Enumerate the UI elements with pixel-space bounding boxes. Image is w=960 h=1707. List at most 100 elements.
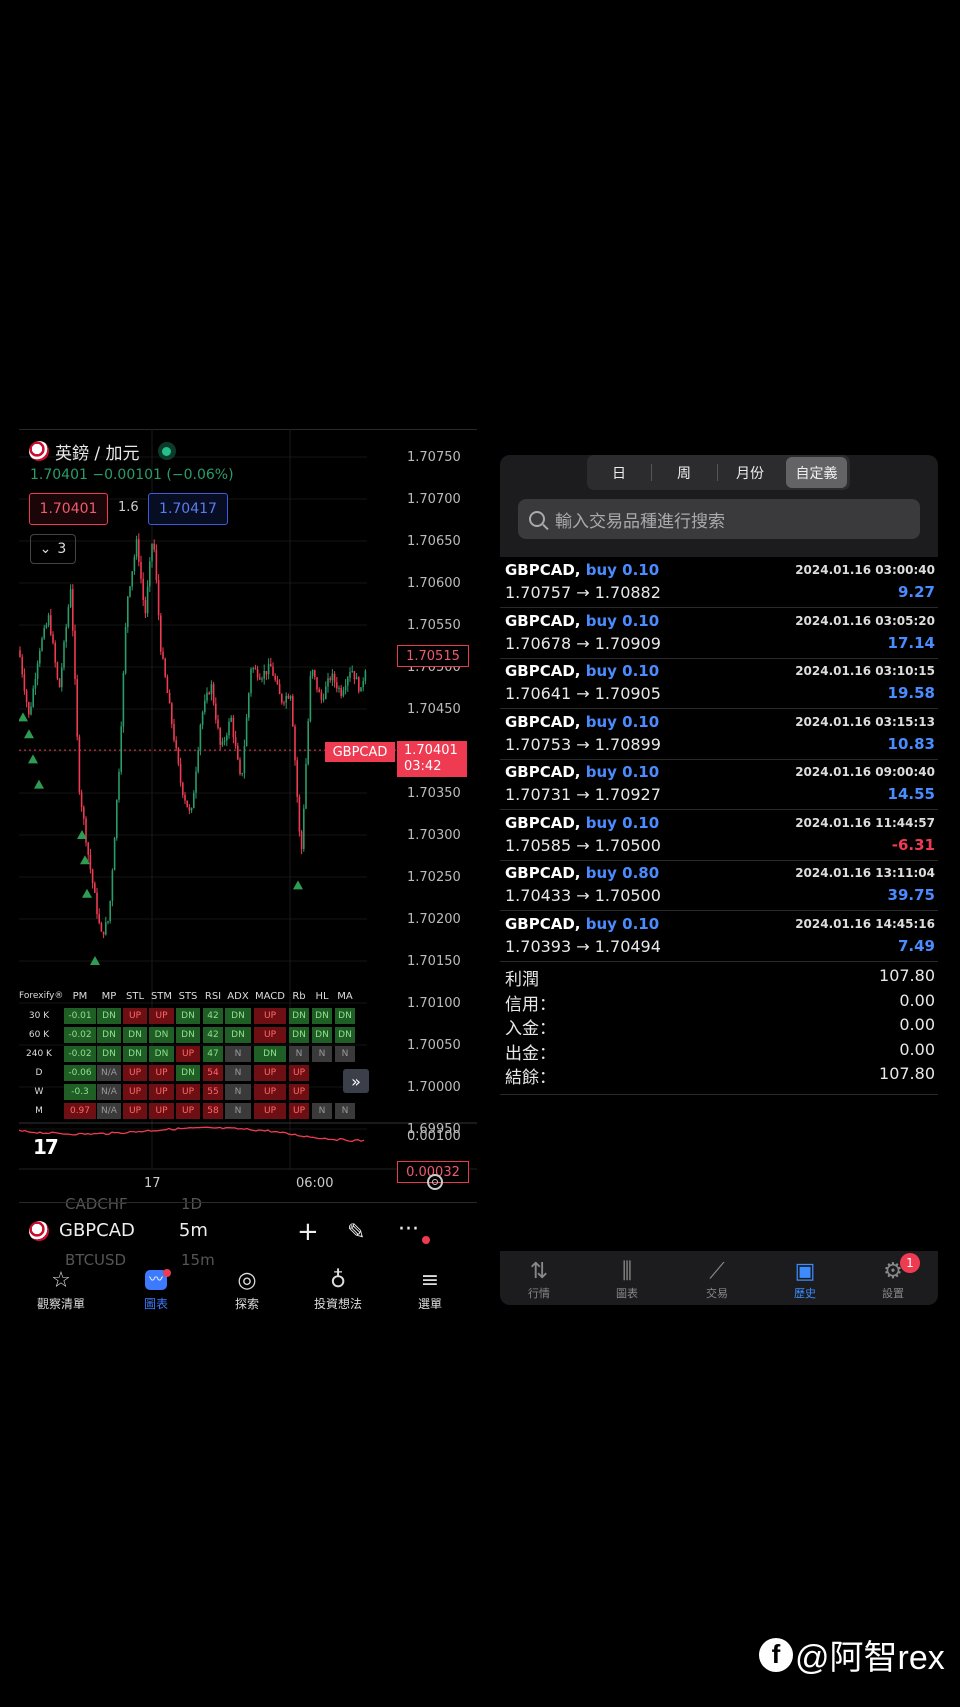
trade-row[interactable]: GBPCAD, buy 0.10 2024.01.16 14:45:16 1.703… — [500, 911, 938, 962]
summary-label: 利潤 — [505, 970, 539, 990]
indicator-cell: UP — [254, 1027, 286, 1043]
summary-value: 0.00 — [899, 1039, 935, 1059]
indicator-cell: DN — [254, 1046, 286, 1062]
history-app-panel: 日 周 月份 自定義 輸入交易品種進行搜索 GBPCAD, buy 0.10 20… — [500, 455, 938, 1305]
indicator-cell: DN — [97, 1027, 121, 1043]
indicator-cell: N — [335, 1103, 355, 1119]
osc-axis-label: 0.00100 — [407, 1129, 461, 1144]
indicator-cell: 47 — [203, 1046, 223, 1062]
summary-row: 出金： 0.00 — [500, 1037, 938, 1064]
trade-symbol: GBPCAD, buy 0.10 — [505, 914, 660, 933]
indicator-cell: N — [225, 1103, 251, 1119]
symbol-search-input[interactable]: 輸入交易品種進行搜索 — [518, 499, 920, 539]
tab-watchlist[interactable]: ☆ 觀察清單 — [21, 1265, 101, 1312]
trade-symbol: GBPCAD, buy 0.10 — [505, 813, 660, 832]
segment-custom[interactable]: 自定義 — [786, 457, 847, 488]
pen-icon[interactable]: ✎ — [347, 1220, 365, 1245]
summary-label: 出金： — [505, 1043, 556, 1064]
indicator-cell: DN — [225, 1027, 251, 1043]
trade-profit: 39.75 — [887, 886, 935, 904]
tab-menu[interactable]: ≡ 選單 — [390, 1265, 470, 1312]
trade-icon: ⟋ — [709, 1258, 725, 1284]
indicator-cell: UP — [149, 1008, 174, 1024]
add-icon[interactable]: + — [297, 1217, 319, 1247]
tab-quotes[interactable]: ⇅ 行情 — [509, 1257, 569, 1301]
trade-profit: 7.49 — [897, 936, 935, 955]
indicator-cell: -0.06 — [64, 1065, 96, 1081]
search-icon — [529, 511, 545, 527]
summary-row: 利潤 107.80 — [500, 963, 938, 990]
tab-trade[interactable]: ⟋ 交易 — [687, 1257, 747, 1301]
indicator-cell: DN — [123, 1027, 147, 1043]
indicator-cell: DN — [335, 1027, 355, 1043]
trade-side: buy 0.10 — [585, 712, 660, 731]
tab-history[interactable]: ▣ 歷史 — [775, 1257, 835, 1301]
trade-row[interactable]: GBPCAD, buy 0.80 2024.01.16 13:11:04 1.704… — [500, 860, 938, 911]
summary-row: 入金： 0.00 — [500, 1012, 938, 1039]
buy-button[interactable]: 1.70417 — [148, 493, 228, 525]
summary-value: 0.00 — [899, 1015, 935, 1034]
trade-side: buy 0.10 — [585, 662, 660, 680]
indicator-cell: N/A — [97, 1084, 121, 1100]
uk-flag-icon — [29, 1220, 49, 1241]
trade-row[interactable]: GBPCAD, buy 0.10 2024.01.16 09:00:40 1.707… — [500, 759, 938, 810]
expand-arrow-icon[interactable]: » — [343, 1069, 369, 1093]
indicator-cell: DN — [149, 1046, 174, 1062]
facebook-icon: f — [759, 1637, 793, 1672]
indicator-cell: UP — [289, 1103, 309, 1119]
chart-icon: 〰 — [116, 1265, 196, 1295]
indicators-toggle[interactable]: ⌄ 3 — [30, 534, 76, 564]
tab-charts[interactable]: ⫼ 圖表 — [597, 1257, 657, 1301]
tab-ideas[interactable]: ♁ 投資想法 — [298, 1265, 378, 1312]
trade-time: 2024.01.16 13:11:04 — [795, 866, 935, 880]
indicator-cell: DN — [312, 1027, 332, 1043]
indicator-cell: DN — [176, 1027, 200, 1043]
indicator-cell: UP — [149, 1103, 174, 1119]
indicator-header: PM — [72, 991, 88, 1002]
trade-row[interactable]: GBPCAD, buy 0.10 2024.01.16 03:05:20 1.706… — [500, 608, 938, 659]
trade-row[interactable]: GBPCAD, buy 0.10 2024.01.16 03:15:13 1.707… — [500, 709, 938, 760]
price-axis-tick: 1.70050 — [407, 1038, 461, 1053]
segment-day[interactable]: 日 — [587, 455, 651, 490]
indicator-cell: 0.97 — [64, 1103, 96, 1119]
trade-row[interactable]: GBPCAD, buy 0.10 2024.01.16 03:00:40 1.707… — [500, 557, 938, 608]
trade-profit: -6.31 — [891, 835, 935, 854]
indicator-header: HL — [315, 991, 329, 1002]
chevron-down-icon: ⌄ — [39, 541, 52, 557]
tab-explore[interactable]: ◎ 探索 — [207, 1265, 287, 1312]
indicator-cell: UP — [123, 1008, 147, 1024]
trade-time: 2024.01.16 14:45:16 — [795, 916, 935, 931]
trade-row[interactable]: GBPCAD, buy 0.10 2024.01.16 11:44:57 1.705… — [500, 810, 938, 861]
trade-side: buy 0.10 — [585, 813, 660, 832]
indicator-cell: DN — [225, 1008, 251, 1024]
x-label-day: 17 — [144, 1176, 161, 1191]
trade-side: buy 0.10 — [585, 914, 660, 933]
price-axis-tick: 1.70650 — [407, 534, 461, 549]
indicator-header: STS — [178, 991, 198, 1002]
trade-prices: 1.70433 → 1.70500 — [505, 886, 661, 905]
indicator-cell: DN — [149, 1027, 174, 1043]
symbol-header[interactable]: 英鎊 / 加元 — [29, 439, 176, 464]
indicator-header: RSI — [204, 991, 222, 1002]
trade-symbol: GBPCAD, buy 0.80 — [505, 864, 660, 882]
summary-row: 信用： 0.00 — [500, 988, 938, 1015]
sell-button[interactable]: 1.70401 — [29, 493, 108, 525]
more-icon[interactable]: ··· — [398, 1217, 419, 1242]
indicator-cell: UP — [176, 1046, 200, 1062]
indicator-header: STL — [125, 991, 145, 1002]
toolbar-timeframe[interactable]: 5m — [179, 1220, 208, 1241]
trade-profit: 14.55 — [887, 785, 935, 803]
trade-time: 2024.01.16 09:00:40 — [795, 765, 935, 779]
segment-week[interactable]: 周 — [652, 455, 716, 490]
toolbar-symbol[interactable]: GBPCAD — [59, 1220, 135, 1241]
trade-side: buy 0.80 — [585, 864, 660, 882]
indicator-cell: 42 — [203, 1027, 223, 1043]
trade-profit: 17.14 — [887, 633, 935, 652]
segment-month[interactable]: 月份 — [718, 455, 782, 490]
indicator-header: MP — [101, 991, 117, 1002]
trade-row[interactable]: GBPCAD, buy 0.10 2024.01.16 03:10:15 1.706… — [500, 658, 938, 709]
indicator-cell: UP — [149, 1065, 174, 1081]
tab-chart[interactable]: 〰 圖表 — [116, 1265, 196, 1312]
indicator-cell: UP — [149, 1084, 174, 1100]
chart-settings-icon[interactable] — [427, 1174, 443, 1190]
